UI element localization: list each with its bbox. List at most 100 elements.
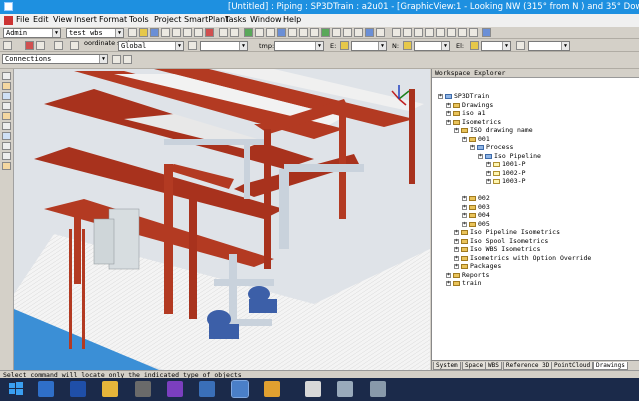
tab-drawings[interactable]: Drawings <box>593 362 628 370</box>
relative-icon[interactable] <box>70 41 79 50</box>
pdf-reader-icon[interactable] <box>305 381 321 397</box>
chevron-down-icon[interactable]: ▼ <box>99 55 107 63</box>
expand-icon[interactable]: + <box>462 196 467 201</box>
expand-icon[interactable]: + <box>438 94 443 99</box>
user-combo[interactable]: Admin ▼ <box>3 28 61 38</box>
expand-icon[interactable]: + <box>454 230 459 235</box>
expand-icon[interactable]: + <box>486 162 491 167</box>
tree-node[interactable]: + Iso WBS Isometrics <box>454 246 540 253</box>
wireframe-icon[interactable] <box>332 28 341 37</box>
tab-system[interactable]: System <box>433 362 461 370</box>
expand-icon[interactable]: + <box>446 272 451 278</box>
wbs-combo[interactable]: test wbs ▼ <box>66 28 124 38</box>
tree-node[interactable]: + Isometrics <box>446 118 501 126</box>
angle-icon[interactable] <box>516 41 525 50</box>
e-combo[interactable]: ▼ <box>351 41 387 51</box>
tab-wbs[interactable]: WBS <box>485 362 502 370</box>
workspace-icon[interactable] <box>376 28 385 37</box>
expand-icon[interactable]: + <box>446 111 451 116</box>
menu-edit[interactable]: Edit <box>33 15 49 24</box>
grid-icon[interactable] <box>354 28 363 37</box>
redo-icon[interactable] <box>230 28 239 37</box>
save-icon[interactable] <box>150 28 159 37</box>
orbit-icon[interactable] <box>458 28 467 37</box>
menu-tools[interactable]: Tools <box>129 15 149 24</box>
tree-node[interactable]: + Iso Pipeline Isometrics <box>454 229 560 236</box>
inside-fence-icon[interactable] <box>123 55 132 64</box>
select-icon[interactable] <box>244 28 253 37</box>
tree-node[interactable]: +001 <box>462 135 490 143</box>
render-icon[interactable] <box>310 28 319 37</box>
snap-icon[interactable] <box>36 41 45 50</box>
pan-icon[interactable] <box>436 28 445 37</box>
fit-icon[interactable] <box>425 28 434 37</box>
insert-tag-icon[interactable] <box>2 132 11 140</box>
expand-icon[interactable]: + <box>446 102 451 108</box>
tree-node[interactable]: + Drawings <box>446 101 493 109</box>
insert-split-icon[interactable] <box>2 102 11 110</box>
expand-icon[interactable]: + <box>462 204 467 210</box>
tree-node[interactable]: +004 <box>462 212 490 219</box>
tree-node[interactable]: +003 <box>462 203 490 211</box>
disconnect-icon[interactable] <box>2 152 11 160</box>
tree-node[interactable]: + Packages <box>454 263 501 270</box>
smartplant-3d-icon[interactable] <box>199 381 215 397</box>
tree-node[interactable]: + ISO drawing name <box>454 127 533 134</box>
document-icon[interactable] <box>4 16 13 25</box>
cut-icon[interactable] <box>172 28 181 37</box>
chevron-down-icon[interactable]: ▼ <box>52 29 60 37</box>
tree-node[interactable]: + Reports <box>446 271 489 279</box>
people-app-icon[interactable] <box>38 381 54 397</box>
new-icon[interactable] <box>128 28 137 37</box>
expand-icon[interactable]: + <box>470 145 475 150</box>
menu-help[interactable]: Help <box>283 15 301 24</box>
zoom-out-icon[interactable] <box>403 28 412 37</box>
expand-icon[interactable]: + <box>486 179 491 184</box>
graphic-view[interactable] <box>14 69 430 370</box>
expand-icon[interactable]: + <box>446 281 451 286</box>
windows-start-icon[interactable] <box>8 381 24 397</box>
menu-tasks[interactable]: Tasks <box>225 15 246 24</box>
tmp-combo[interactable]: ▼ <box>274 41 324 51</box>
tab-reference-3d[interactable]: Reference 3D <box>503 362 553 370</box>
refresh-icon[interactable] <box>277 28 286 37</box>
select-tool-icon[interactable] <box>2 72 11 80</box>
pinpoint-icon[interactable] <box>288 28 297 37</box>
tree-node[interactable]: +1003-P <box>486 178 525 185</box>
expand-icon[interactable]: + <box>486 170 491 176</box>
tree-node[interactable]: + Iso Spool Isometrics <box>454 237 548 245</box>
help-icon[interactable] <box>482 28 491 37</box>
expand-icon[interactable]: + <box>462 213 467 218</box>
tree-node[interactable]: + Process <box>470 144 513 151</box>
expand-icon[interactable]: + <box>454 247 459 252</box>
lock-icon[interactable] <box>340 41 349 50</box>
chevron-down-icon[interactable]: ▼ <box>115 29 123 37</box>
menu-insert[interactable]: Insert <box>74 15 97 24</box>
clip-icon[interactable] <box>343 28 352 37</box>
open-icon[interactable] <box>139 28 148 37</box>
el-combo[interactable]: ▼ <box>481 41 511 51</box>
undo-icon[interactable] <box>219 28 228 37</box>
expand-icon[interactable]: + <box>462 136 467 142</box>
lock-icon[interactable] <box>470 41 479 50</box>
menu-view[interactable]: View <box>53 15 72 24</box>
menu-file[interactable]: File <box>16 15 29 24</box>
select-filter-icon[interactable] <box>112 55 121 64</box>
tree-node[interactable]: +002 <box>462 195 490 202</box>
route-pipe-icon[interactable] <box>2 82 11 90</box>
expand-icon[interactable]: + <box>462 221 467 227</box>
place-support-icon[interactable] <box>2 162 11 170</box>
expand-icon[interactable]: + <box>454 264 459 269</box>
paint-icon[interactable] <box>264 381 280 397</box>
locate-filter-combo[interactable]: Connections ▼ <box>2 54 108 64</box>
tree-node[interactable]: + SP3DTrain <box>438 93 489 100</box>
expand-icon[interactable]: + <box>454 128 459 133</box>
powershell-icon[interactable] <box>70 381 86 397</box>
tree-node[interactable]: + iso a1 <box>446 110 485 117</box>
print-icon[interactable] <box>161 28 170 37</box>
insert-tap-icon[interactable] <box>2 112 11 120</box>
menu-project[interactable]: Project <box>154 15 181 24</box>
walk-icon[interactable] <box>469 28 478 37</box>
stop-icon[interactable] <box>25 41 34 50</box>
network-app-icon[interactable] <box>370 381 386 397</box>
